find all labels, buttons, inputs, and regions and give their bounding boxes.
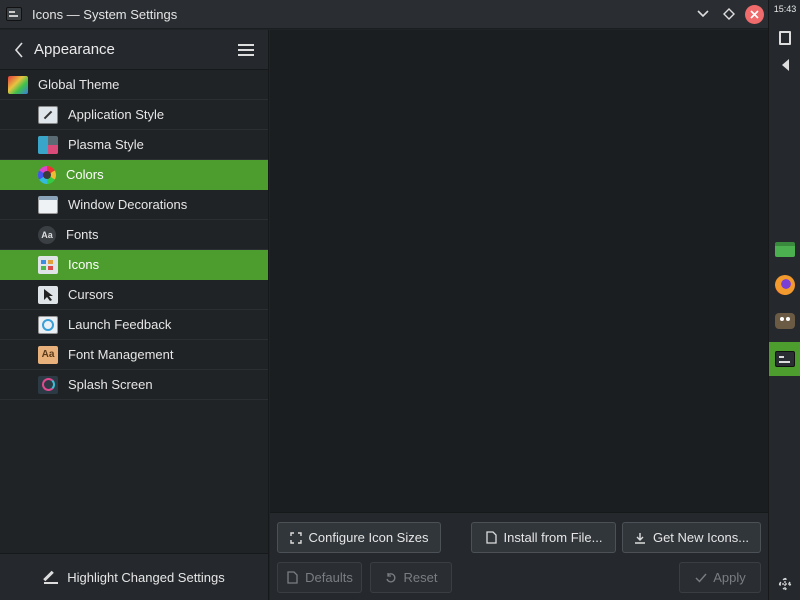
sidebar-title: Appearance [34, 41, 115, 58]
system-settings-icon [775, 351, 795, 367]
task-dolphin[interactable] [769, 233, 800, 265]
sidebar-item-label: Fonts [66, 227, 99, 242]
resize-icon [290, 531, 303, 544]
apply-label: Apply [713, 570, 746, 585]
sidebar-item-label: Cursors [68, 287, 114, 302]
font-management-icon: Aa [38, 345, 58, 364]
download-icon [634, 531, 647, 544]
reset-button[interactable]: Reset [370, 562, 452, 593]
sidebar-item-icons[interactable]: Icons [0, 250, 268, 280]
highlight-changed-settings-label: Highlight Changed Settings [67, 569, 225, 585]
diamond-icon [723, 8, 735, 20]
application-style-icon [38, 105, 58, 124]
sidebar-item-label: Launch Feedback [68, 317, 172, 332]
hamburger-line [238, 48, 254, 51]
fonts-icon: Aa [38, 225, 56, 244]
configure-icon-sizes-label: Configure Icon Sizes [308, 530, 429, 545]
configure-icon-sizes-button[interactable]: Configure Icon Sizes [277, 522, 441, 553]
gimp-icon [775, 313, 795, 329]
chevron-down-icon [697, 10, 709, 18]
plasma-style-icon [38, 135, 58, 154]
clipboard-icon [779, 31, 791, 45]
panel-move-handle[interactable] [769, 568, 800, 600]
document-defaults-icon [286, 571, 299, 584]
undo-icon [385, 571, 398, 584]
maximize-button[interactable] [719, 4, 739, 24]
sidebar-item-label: Application Style [68, 107, 165, 122]
get-new-icons-button[interactable]: Get New Icons... [622, 522, 761, 553]
chevron-left-icon [14, 41, 23, 58]
button-bar: Configure Icon Sizes Install from File..… [270, 512, 768, 600]
global-theme-icon [8, 75, 28, 94]
window-decorations-icon [38, 195, 58, 214]
splash-screen-icon [38, 375, 58, 394]
pencil-icon [43, 570, 59, 584]
sidebar-footer: Highlight Changed Settings [0, 553, 268, 600]
cursor-arrow-icon [44, 288, 53, 301]
sidebar-item-plasma-style[interactable]: Plasma Style [0, 130, 268, 160]
sidebar-item-cursors[interactable]: Cursors [0, 280, 268, 310]
sidebar-item-label: Global Theme [38, 77, 120, 92]
defaults-label: Defaults [305, 570, 353, 585]
sidebar-nav: Global Theme Application Style Plasma St… [0, 70, 268, 400]
install-from-file-label: Install from File... [503, 530, 603, 545]
sidebar-item-fonts[interactable]: Aa Fonts [0, 220, 268, 250]
hamburger-line [238, 53, 254, 56]
sidebar-item-splash-screen[interactable]: Splash Screen [0, 370, 268, 400]
get-new-icons-label: Get New Icons... [652, 530, 750, 545]
highlight-changed-settings-button[interactable]: Highlight Changed Settings [43, 570, 225, 585]
window-controls [693, 4, 764, 24]
sidebar-item-global-theme[interactable]: Global Theme [0, 70, 268, 100]
title-bar: Icons — System Settings [0, 0, 768, 29]
sidebar-item-label: Window Decorations [68, 197, 188, 212]
firefox-icon [775, 275, 795, 295]
window-title: Icons — System Settings [32, 6, 178, 22]
sidebar: Appearance Global Theme Application Styl… [0, 30, 269, 600]
sidebar-item-label: Font Management [68, 347, 174, 362]
task-gimp[interactable] [769, 305, 800, 337]
task-system-settings[interactable] [769, 342, 800, 376]
close-icon [750, 9, 759, 19]
defaults-button[interactable]: Defaults [277, 562, 362, 593]
icon-theme-view[interactable] [270, 30, 768, 512]
task-firefox[interactable] [769, 269, 800, 301]
terminal-app-icon [6, 7, 22, 21]
sidebar-item-window-decorations[interactable]: Window Decorations [0, 190, 268, 220]
icons-icon [38, 255, 58, 274]
folder-icon [775, 241, 795, 257]
checkmark-icon [694, 571, 707, 584]
install-from-file-button[interactable]: Install from File... [471, 522, 616, 553]
cursors-icon [38, 285, 58, 304]
sidebar-item-application-style[interactable]: Application Style [0, 100, 268, 130]
sidebar-item-label: Splash Screen [68, 377, 153, 392]
apply-button[interactable]: Apply [679, 562, 761, 593]
launch-feedback-icon [38, 315, 58, 334]
panel-clock[interactable]: 15:43 [769, 4, 800, 14]
triangle-left-icon [781, 59, 789, 71]
close-button[interactable] [745, 4, 764, 24]
document-icon [485, 531, 498, 544]
sidebar-item-colors[interactable]: Colors [0, 160, 268, 190]
hamburger-menu-button[interactable] [238, 40, 258, 60]
move-icon [778, 577, 792, 591]
sidebar-item-label: Plasma Style [68, 137, 144, 152]
sidebar-item-launch-feedback[interactable]: Launch Feedback [0, 310, 268, 340]
minimize-button[interactable] [693, 4, 713, 24]
hamburger-line [238, 43, 254, 46]
reset-label: Reset [403, 570, 438, 585]
sidebar-item-label: Icons [68, 257, 100, 272]
panel-collapse-button[interactable] [769, 49, 800, 81]
sidebar-item-font-management[interactable]: Aa Font Management [0, 340, 268, 370]
sidebar-item-label: Colors [66, 167, 104, 182]
colors-icon [38, 165, 56, 184]
back-button[interactable] [4, 35, 34, 65]
sidebar-header: Appearance [0, 30, 268, 70]
vertical-panel: 15:43 [768, 0, 800, 600]
